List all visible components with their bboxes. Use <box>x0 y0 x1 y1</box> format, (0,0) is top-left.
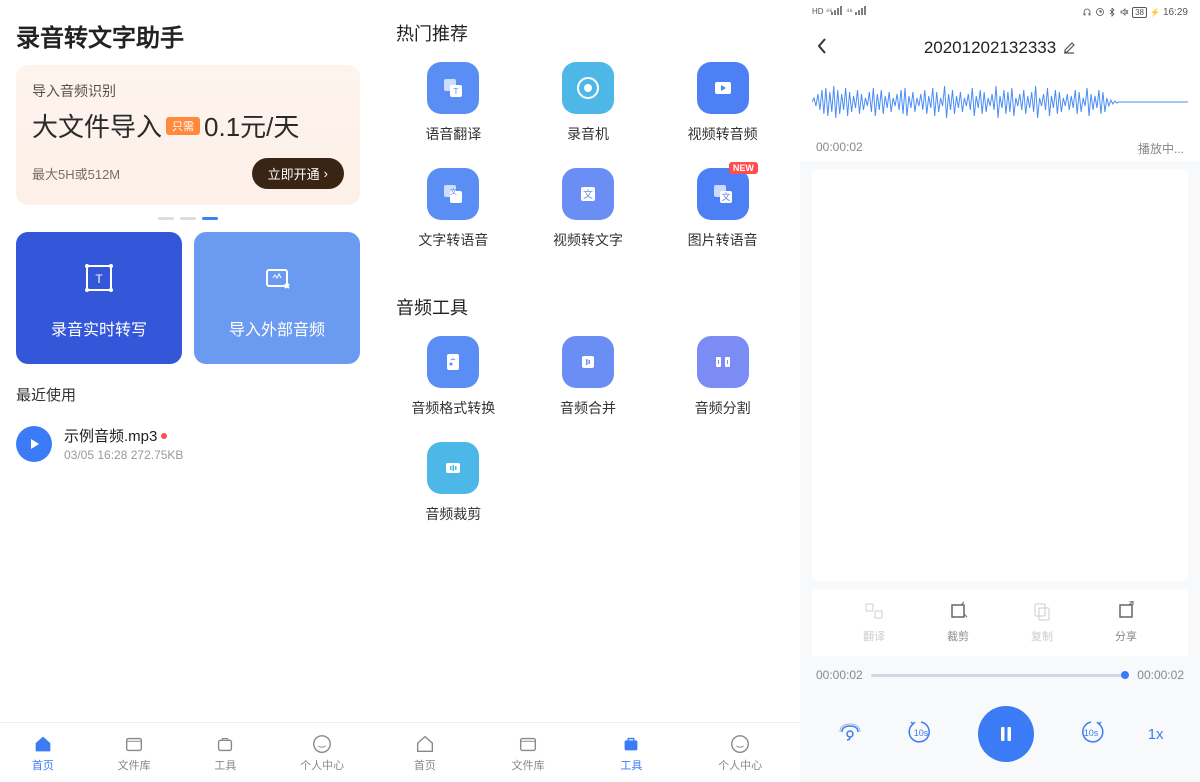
alarm-icon <box>1095 7 1105 17</box>
promo-card[interactable]: 导入音频识别 大文件导入 只需 0.1元/天 最大5H或512M 立即开通 › <box>16 65 360 205</box>
svg-text:文: 文 <box>450 187 457 196</box>
card-label: 录音实时转写 <box>16 316 182 340</box>
section-audio-title: 音频工具 <box>376 274 800 336</box>
tool-audio-trim[interactable]: 音频裁剪 <box>386 442 521 524</box>
back-button[interactable] <box>816 37 840 60</box>
svg-text:T: T <box>95 272 103 286</box>
tool-text-to-speech[interactable]: 文 文字转语音 <box>386 168 521 250</box>
svg-text:HD ⁴⁶: HD ⁴⁶ <box>812 7 833 16</box>
bottom-nav: 首页 文件库 工具 个人中心 <box>0 722 376 782</box>
transcript-area[interactable] <box>812 169 1188 581</box>
tool-image-to-speech[interactable]: NEW 文 图片转语音 <box>655 168 790 250</box>
progress-slider[interactable] <box>871 674 1130 677</box>
svg-text:T: T <box>454 87 459 96</box>
nav-profile[interactable]: 个人中心 <box>718 733 762 773</box>
mute-icon <box>1119 7 1129 17</box>
bluetooth-icon <box>1108 7 1116 17</box>
new-badge: NEW <box>729 162 758 174</box>
promo-subtitle: 导入音频识别 <box>32 81 344 101</box>
nav-files[interactable]: 文件库 <box>512 733 545 773</box>
unread-dot-icon <box>161 433 167 439</box>
chevron-right-icon: › <box>324 166 328 181</box>
play-button[interactable] <box>16 426 52 462</box>
tool-video-to-text[interactable]: 文 视频转文字 <box>521 168 656 250</box>
promo-price: 0.1元/天 <box>204 107 299 144</box>
tool-audio-merge[interactable]: 音频合并 <box>521 336 656 418</box>
tool-voice-translate[interactable]: T 语音翻译 <box>386 62 521 144</box>
play-status: 播放中... <box>1138 140 1184 157</box>
nav-home[interactable]: 首页 <box>414 733 436 773</box>
svg-text:⁴⁶: ⁴⁶ <box>846 7 853 16</box>
svg-text:10s: 10s <box>914 728 929 738</box>
nav-tools[interactable]: 工具 <box>214 733 236 773</box>
svg-text:文: 文 <box>583 188 593 201</box>
import-audio-card[interactable]: 导入外部音频 <box>194 232 360 364</box>
pause-button[interactable] <box>978 706 1034 762</box>
signal-icons: HD ⁴⁶ ⁴⁶ <box>812 5 872 20</box>
edit-icon[interactable] <box>1062 41 1076 55</box>
tool-audio-split[interactable]: 音频分割 <box>655 336 790 418</box>
tool-video-to-audio[interactable]: 视频转音频 <box>655 62 790 144</box>
promo-tag: 只需 <box>166 117 200 135</box>
nav-tools[interactable]: 工具 <box>620 733 642 773</box>
skip-back-button[interactable]: 10s <box>905 718 937 751</box>
file-row[interactable]: 示例音频.mp3 03/05 16:28 272.75KB <box>0 417 376 470</box>
import-icon <box>255 256 299 300</box>
waveform[interactable] <box>800 72 1200 132</box>
nav-files[interactable]: 文件库 <box>118 733 151 773</box>
promo-limit: 最大5H或512M <box>32 164 120 183</box>
record-transcribe-card[interactable]: T 录音实时转写 <box>16 232 182 364</box>
tool-recorder[interactable]: 录音机 <box>521 62 656 144</box>
headphone-icon <box>1082 7 1092 17</box>
status-right: 38 ⚡ 16:29 <box>1082 7 1188 18</box>
carousel-dots[interactable] <box>0 217 376 220</box>
elapsed-time: 00:00:02 <box>816 140 863 157</box>
bottom-nav: 首页 文件库 工具 个人中心 <box>376 722 800 782</box>
skip-forward-button[interactable]: 10s <box>1075 718 1107 751</box>
speed-button[interactable]: 1x <box>1148 726 1164 743</box>
file-meta: 03/05 16:28 272.75KB <box>64 448 360 462</box>
action-copy: 复制 <box>1031 601 1053 644</box>
recording-title: 20201202132333 <box>840 38 1160 58</box>
promo-headline: 大文件导入 <box>32 107 162 144</box>
svg-text:10s: 10s <box>1084 728 1099 738</box>
section-hot-title: 热门推荐 <box>376 0 800 62</box>
tool-format-convert[interactable]: 音频格式转换 <box>386 336 521 418</box>
card-label: 导入外部音频 <box>194 316 360 340</box>
nav-home[interactable]: 首页 <box>32 733 54 773</box>
action-share[interactable]: 分享 <box>1115 601 1137 644</box>
file-name: 示例音频.mp3 <box>64 425 360 446</box>
promo-cta-button[interactable]: 立即开通 › <box>252 158 344 189</box>
nav-profile[interactable]: 个人中心 <box>300 733 344 773</box>
action-trim[interactable]: 裁剪 <box>947 601 969 644</box>
app-title: 录音转文字助手 <box>0 0 376 65</box>
progress-end: 00:00:02 <box>1137 668 1184 682</box>
recent-title: 最近使用 <box>0 364 376 417</box>
svg-text:文: 文 <box>721 191 730 202</box>
transcribe-icon: T <box>77 256 121 300</box>
progress-start: 00:00:02 <box>816 668 863 682</box>
listen-button[interactable] <box>836 718 864 751</box>
action-translate: 翻译 <box>863 601 885 644</box>
status-bar: HD ⁴⁶ ⁴⁶ 38 ⚡ 16:29 <box>800 0 1200 24</box>
